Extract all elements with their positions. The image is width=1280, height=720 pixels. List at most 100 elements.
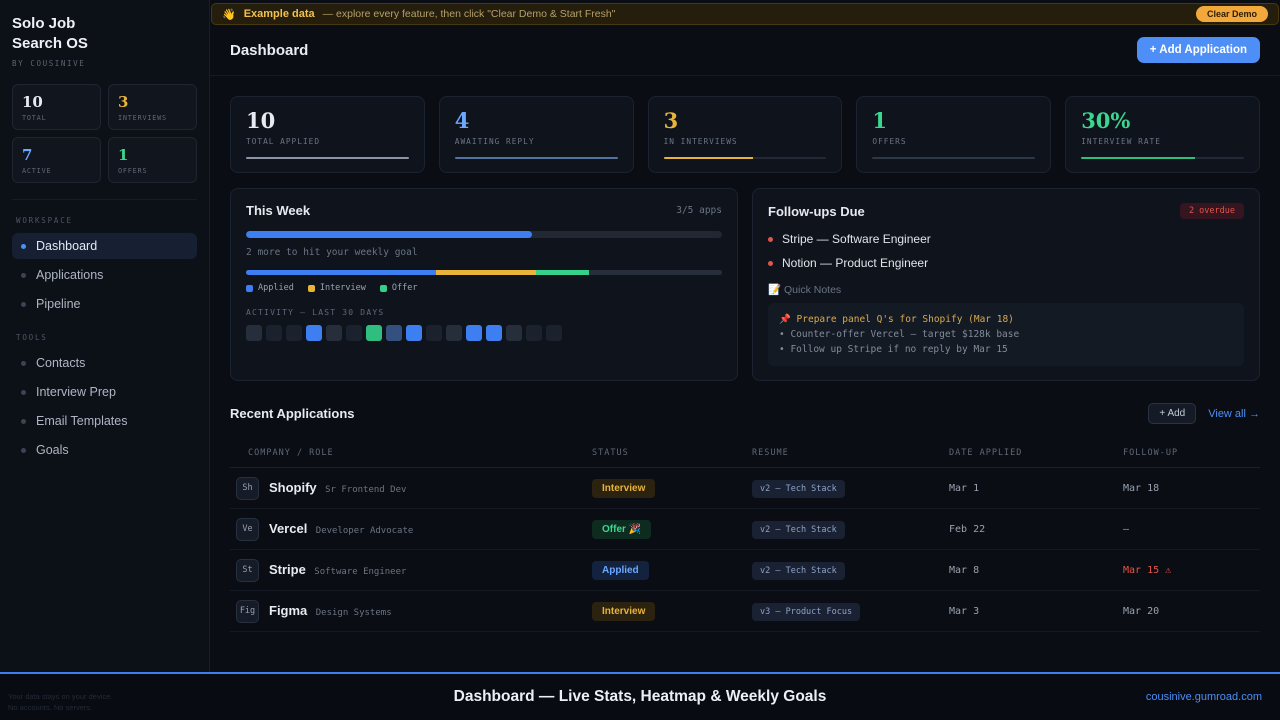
stat-value: 10	[246, 108, 276, 133]
stat-label: TOTAL	[22, 114, 47, 122]
resume-chip[interactable]: v2 – Tech Stack	[752, 521, 845, 539]
heatmap-cell	[506, 325, 522, 341]
nav-heading-workspace: WORKSPACE	[16, 216, 73, 225]
heatmap-cell	[426, 325, 442, 341]
stat-value: 1	[872, 108, 888, 133]
stat-value: 7	[22, 146, 33, 164]
gumroad-link[interactable]: cousinive.gumroad.com	[1146, 691, 1262, 703]
company-name: Stripe	[269, 562, 306, 577]
clear-demo-button[interactable]: Clear Demo	[1195, 6, 1268, 22]
stat-bar	[872, 157, 1036, 159]
stat-value: 30%	[1081, 108, 1131, 133]
heatmap-cell	[546, 325, 562, 341]
resume-chip[interactable]: v2 – Tech Stack	[752, 480, 845, 498]
this-week-card: This Week 3/5 apps 2 more to hit your we…	[230, 188, 738, 381]
weekly-goal-counter: 3/5 apps	[676, 205, 722, 216]
nav-label: Applications	[36, 268, 104, 282]
stat-card-interview-rate: 30% INTERVIEW RATE	[1065, 96, 1260, 173]
sidebar-item-contacts[interactable]: Contacts	[12, 350, 197, 376]
company-role: Software Engineer	[314, 567, 407, 577]
company-avatar: St	[236, 558, 259, 582]
stat-bar-fill	[872, 157, 1036, 159]
date-applied: Mar 1	[949, 482, 980, 494]
sidebar-stat-offers: 1 OFFERS	[108, 137, 197, 183]
legend-offer: Offer	[379, 283, 417, 293]
column-date-applied: DATE APPLIED	[949, 447, 1023, 458]
resume-chip[interactable]: v3 – Product Focus	[752, 603, 861, 621]
sidebar-item-applications[interactable]: Applications	[12, 262, 197, 288]
stat-label: OFFERS	[118, 167, 148, 175]
status-badge[interactable]: Interview	[592, 602, 656, 621]
company-cell: Fig Figma Design Systems	[230, 599, 592, 623]
table-row-shopify[interactable]: Sh Shopify Sr Frontend Dev Interview v2 …	[230, 468, 1260, 509]
table-header-row: COMPANY / ROLE STATUS RESUME DATE APPLIE…	[230, 438, 1260, 468]
status-badge[interactable]: Applied	[592, 561, 649, 580]
stat-card-row: 10 TOTAL APPLIED 4 AWAITING REPLY 3 IN I…	[230, 96, 1260, 173]
resume-chip[interactable]: v2 – Tech Stack	[752, 562, 845, 580]
stat-label: ACTIVE	[22, 167, 52, 175]
resume-cell: v3 – Product Focus	[752, 601, 949, 621]
stat-label: INTERVIEWS	[118, 114, 167, 122]
weekly-goal-hint: 2 more to hit your weekly goal	[246, 247, 418, 258]
stat-card-total-applied: 10 TOTAL APPLIED	[230, 96, 425, 173]
status-badge[interactable]: Offer 🎉	[592, 520, 652, 539]
column-company-role: COMPANY / ROLE	[248, 447, 334, 458]
column-status: STATUS	[592, 447, 629, 458]
followup-text: Notion — Product Engineer	[782, 256, 929, 270]
sidebar-item-dashboard[interactable]: Dashboard	[12, 233, 197, 259]
company-name: Figma	[269, 603, 308, 618]
breakdown-rest-segment	[588, 270, 722, 275]
date-applied: Mar 3	[949, 605, 980, 617]
sidebar-item-email-templates[interactable]: Email Templates	[12, 408, 197, 434]
sidebar-stat-total: 10 TOTAL	[12, 84, 101, 130]
heatmap-cell	[346, 325, 362, 341]
followups-title: Follow-ups Due	[768, 203, 865, 219]
followup-text: Stripe — Software Engineer	[782, 232, 931, 246]
heatmap-cell	[286, 325, 302, 341]
stat-value: 3	[663, 108, 679, 133]
sidebar-stat-active: 7 ACTIVE	[12, 137, 101, 183]
status-cell: Offer 🎉	[592, 519, 752, 539]
company-text: Stripe Software Engineer	[269, 561, 406, 579]
sidebar: Solo Job Search OS BY COUSINIVE 10 TOTAL…	[0, 0, 210, 672]
sidebar-item-pipeline[interactable]: Pipeline	[12, 291, 197, 317]
sidebar-item-goals[interactable]: Goals	[12, 437, 197, 463]
add-row-button[interactable]: + Add	[1148, 403, 1197, 424]
recent-applications-section: Recent Applications + Add View all → COM…	[230, 403, 1260, 632]
stat-bar	[454, 157, 618, 159]
recent-applications-title: Recent Applications	[230, 406, 355, 421]
status-badge[interactable]: Interview	[592, 479, 656, 498]
app-title-line1: Solo Job	[12, 15, 76, 32]
nav-label: Pipeline	[36, 297, 81, 311]
company-text: Vercel Developer Advocate	[269, 520, 413, 538]
note-line: • Counter-offer Vercel — target $128k ba…	[779, 329, 1020, 340]
nav-label: Contacts	[36, 356, 86, 370]
followup-item[interactable]: Notion — Product Engineer	[768, 256, 1244, 270]
dashboard-content: 10 TOTAL APPLIED 4 AWAITING REPLY 3 IN I…	[210, 76, 1280, 652]
stat-bar-fill	[454, 157, 618, 159]
wave-emoji-icon: 👋	[222, 8, 236, 21]
followup-date: Mar 15 ⚠	[1123, 564, 1172, 576]
status-cell: Applied	[592, 560, 752, 580]
note-line: 📌 Prepare panel Q's for Shopify (Mar 18)	[779, 314, 1014, 325]
overdue-dot-icon	[768, 260, 773, 266]
legend-swatch-offer	[379, 284, 387, 292]
nav-label: Email Templates	[36, 414, 128, 428]
followup-date: Mar 18	[1123, 482, 1160, 494]
stat-card-offers: 1 OFFERS	[856, 96, 1052, 173]
demo-banner: 👋 Example data — explore every feature, …	[211, 3, 1279, 25]
view-all-link[interactable]: View all →	[1208, 408, 1260, 420]
stat-bar	[246, 157, 409, 159]
footer-title: Dashboard — Live Stats, Heatmap & Weekly…	[453, 688, 827, 705]
followup-item[interactable]: Stripe — Software Engineer	[768, 232, 1244, 246]
privacy-note-line2: No accounts. No servers.	[8, 702, 93, 712]
resume-cell: v2 – Tech Stack	[752, 519, 949, 539]
add-application-button[interactable]: + Add Application	[1136, 37, 1260, 63]
sidebar-item-interview-prep[interactable]: Interview Prep	[12, 379, 197, 405]
app-byline: BY COUSINIVE	[12, 59, 86, 68]
table-row-stripe[interactable]: St Stripe Software Engineer Applied v2 –…	[230, 550, 1260, 591]
table-row-figma[interactable]: Fig Figma Design Systems Interview v3 – …	[230, 591, 1260, 632]
quick-notes-box[interactable]: 📌 Prepare panel Q's for Shopify (Mar 18)…	[768, 303, 1244, 366]
stat-value: 4	[454, 108, 470, 133]
table-row-vercel[interactable]: Ve Vercel Developer Advocate Offer 🎉 v2 …	[230, 509, 1260, 550]
